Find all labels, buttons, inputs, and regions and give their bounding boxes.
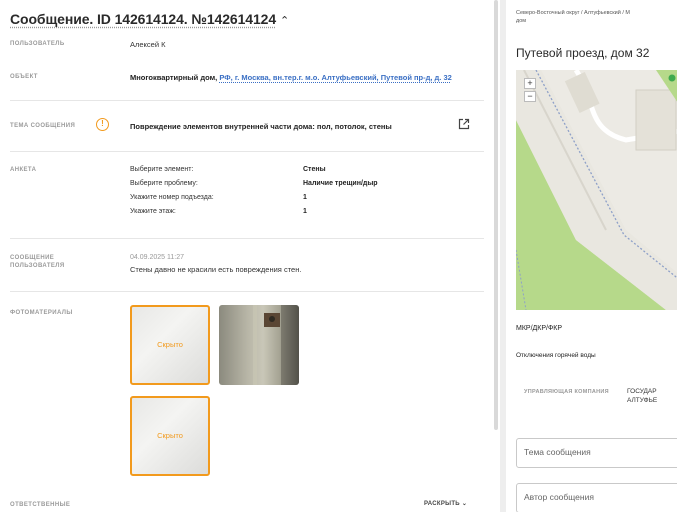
photo-hidden-caption: Скрыто <box>157 340 183 349</box>
map-canvas <box>516 70 677 310</box>
user-value: Алексей К <box>130 40 166 49</box>
author-field[interactable] <box>516 483 677 512</box>
form-key: Выберите элемент: <box>130 166 194 173</box>
divider <box>10 291 484 292</box>
object-type: Многоквартирный дом, <box>130 73 218 82</box>
author-input[interactable] <box>524 492 674 502</box>
mkr-label: МКР/ДКР/ФКР <box>516 325 563 332</box>
divider <box>10 238 484 239</box>
mgmt-company-line: АЛТУФЬЕ <box>627 397 658 404</box>
form-row: АНКЕТА Выберите элемент: Стены Выберите … <box>10 166 484 226</box>
photo-hidden[interactable]: Скрыто <box>130 396 210 476</box>
form-value: 1 <box>303 208 307 215</box>
user-label: ПОЛЬЗОВАТЕЛЬ <box>10 41 65 47</box>
mgmt-company-line: ГОСУДАР <box>627 388 657 395</box>
user-message-label: СООБЩЕНИЕ <box>10 255 55 261</box>
form-label: АНКЕТА <box>10 167 37 173</box>
form-value: Стены <box>303 166 326 173</box>
zoom-in-button[interactable]: + <box>524 78 536 89</box>
user-message-text: Стены давно не красили есть повреждения … <box>130 265 302 274</box>
address-title: Путевой проезд, дом 32 <box>516 46 650 60</box>
external-link-icon[interactable] <box>458 118 470 130</box>
photos-label: ФОТОМАТЕРИАЛЫ <box>10 310 73 316</box>
map[interactable]: + − <box>516 70 677 310</box>
form-key: Выберите проблему: <box>130 180 198 187</box>
form-value: Наличие трещин/дыр <box>303 180 378 187</box>
chevron-down-icon: ⌄ <box>461 501 468 507</box>
expand-button[interactable]: РАСКРЫТЬ ⌄ <box>424 500 467 507</box>
topic-field[interactable] <box>516 438 677 468</box>
photo-hidden-caption: Скрыто <box>157 431 183 440</box>
breadcrumb-line[interactable]: Северо-Восточный округ / Алтуфьевский / … <box>516 9 677 17</box>
message-panel: Сообщение. ID 142614124. №142614124 ⌃ ПОЛ… <box>0 0 492 512</box>
user-message-label: ПОЛЬЗОВАТЕЛЯ <box>10 263 65 269</box>
responsible-label: ОТВЕТСТВЕННЫЕ <box>10 502 71 508</box>
object-address-link[interactable]: РФ, г. Москва, вн.тер.г. м.о. Алтуфьевск… <box>219 73 451 82</box>
form-key: Укажите этаж: <box>130 208 176 215</box>
expand-button-label: РАСКРЫТЬ <box>424 501 460 507</box>
breadcrumb: Северо-Восточный округ / Алтуфьевский / … <box>516 9 677 25</box>
form-value: 1 <box>303 194 307 201</box>
form-key: Укажите номер подъезда: <box>130 194 214 201</box>
breadcrumb-line[interactable]: дом <box>516 17 677 25</box>
object-panel: Северо-Восточный округ / Алтуфьевский / … <box>506 0 677 512</box>
photo-image <box>253 305 299 385</box>
divider <box>10 100 484 101</box>
hot-water-label[interactable]: Отключения горячей воды <box>516 352 596 359</box>
message-title-text: Сообщение. ID 142614124. №142614124 <box>10 11 277 27</box>
divider <box>10 151 484 152</box>
object-label: ОБЪЕКТ <box>10 74 38 80</box>
user-message-date: 04.09.2025 11:27 <box>130 254 184 261</box>
mgmt-company-label: УПРАВЛЯЮЩАЯ КОМПАНИЯ <box>524 389 609 395</box>
warning-icon[interactable]: ! <box>96 118 109 131</box>
message-title[interactable]: Сообщение. ID 142614124. №142614124 ⌃ <box>10 11 289 27</box>
topic-label: ТЕМА СООБЩЕНИЯ <box>10 123 76 129</box>
photo-hidden[interactable]: Скрыто <box>130 305 210 385</box>
photo-thumbnail[interactable] <box>219 305 299 385</box>
object-value: Многоквартирный дом, РФ, г. Москва, вн.т… <box>130 73 452 82</box>
mgmt-company-value: ГОСУДАР АЛТУФЬЕ <box>627 387 657 405</box>
chevron-up-icon[interactable]: ⌃ <box>280 14 289 27</box>
topic-input[interactable] <box>524 447 674 457</box>
user-message-row: СООБЩЕНИЕ ПОЛЬЗОВАТЕЛЯ 04.09.2025 11:27 … <box>10 254 484 284</box>
zoom-out-button[interactable]: − <box>524 91 536 102</box>
scrollbar[interactable] <box>494 0 498 430</box>
topic-value: Повреждение элементов внутренней части д… <box>130 122 392 131</box>
